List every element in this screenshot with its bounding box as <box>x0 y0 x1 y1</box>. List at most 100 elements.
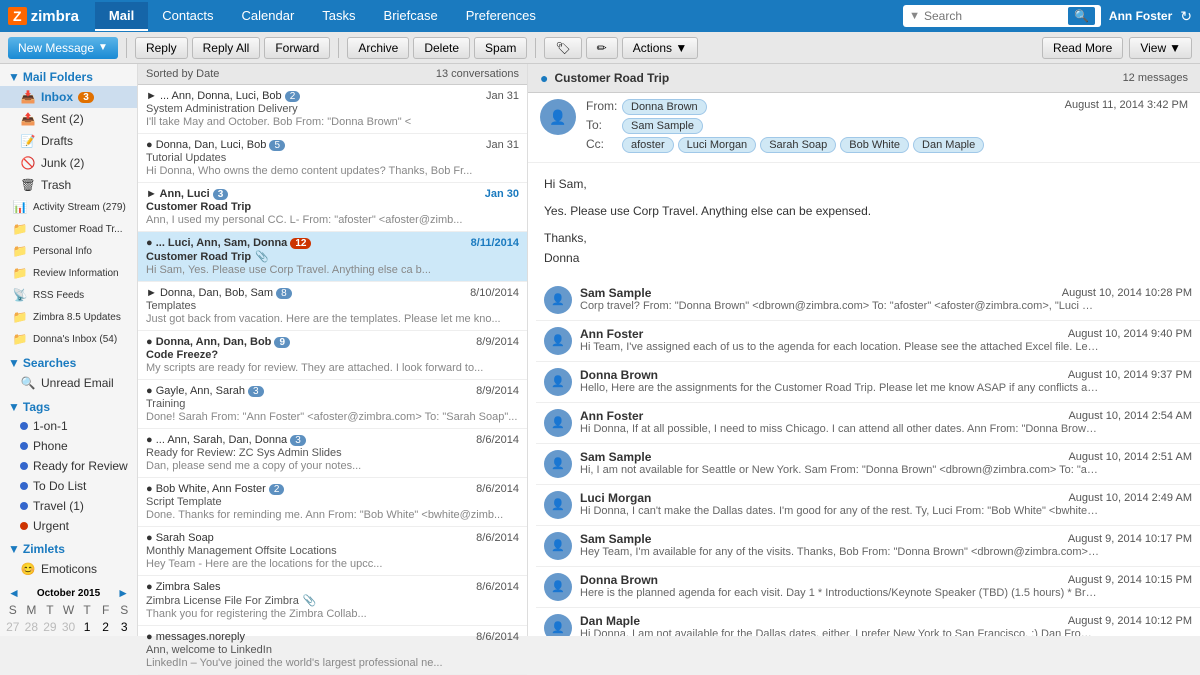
sidebar-item-activity[interactable]: 📊 Activity Stream (279) <box>0 196 137 218</box>
cal-day-29-sep[interactable]: 29 <box>41 619 59 635</box>
sidebar-item-donnas-inbox[interactable]: 📁 Donna's Inbox (54) <box>0 328 137 350</box>
sidebar-item-tag-1on1[interactable]: 1-on-1 <box>0 416 137 436</box>
to-name-tag[interactable]: Sam Sample <box>622 118 703 134</box>
reply-button[interactable]: Reply <box>135 37 188 59</box>
msg-item-10[interactable]: ● Zimbra Sales 8/6/2014 Zimbra License F… <box>138 576 527 626</box>
msg-from-3: ● ... Luci, Ann, Sam, Donna 12 <box>146 237 386 249</box>
thread-item-4[interactable]: 👤 Sam Sample August 10, 2014 2:51 AM Hi,… <box>536 444 1200 485</box>
thread-item-7[interactable]: 👤 Donna Brown August 9, 2014 10:15 PM He… <box>536 567 1200 608</box>
toolbar-separator-2 <box>338 38 339 58</box>
msg-item-3[interactable]: ● ... Luci, Ann, Sam, Donna 12 8/11/2014… <box>138 232 527 282</box>
thread-item-2[interactable]: 👤 Donna Brown August 10, 2014 9:37 PM He… <box>536 362 1200 403</box>
junk-icon: 🚫 <box>20 155 36 171</box>
sidebar-item-customer-road[interactable]: 📁 Customer Road Tr... <box>0 218 137 240</box>
sidebar-item-rss[interactable]: 📡 RSS Feeds <box>0 284 137 306</box>
tag-button[interactable]: 🏷 <box>544 37 581 59</box>
cal-day-27-sep[interactable]: 27 <box>4 619 22 635</box>
thread-item-3[interactable]: 👤 Ann Foster August 10, 2014 2:54 AM Hi … <box>536 403 1200 444</box>
msg-item-7[interactable]: ● ... Ann, Sarah, Dan, Donna 3 8/6/2014 … <box>138 429 527 478</box>
cc-label: Cc: <box>586 137 614 151</box>
forward-button[interactable]: Forward <box>264 37 330 59</box>
sidebar-item-inbox[interactable]: 📥 Inbox 3 <box>0 86 137 108</box>
tab-tasks[interactable]: Tasks <box>308 2 369 31</box>
sidebar-item-emoticons[interactable]: 😊 Emoticons <box>0 558 137 580</box>
refresh-icon[interactable]: ↻ <box>1180 8 1192 25</box>
sidebar-item-review-info[interactable]: 📁 Review Information <box>0 262 137 284</box>
zimlets-header[interactable]: ▼ Zimlets <box>0 536 137 558</box>
tab-mail[interactable]: Mail <box>95 2 148 31</box>
sidebar-item-tag-urgent[interactable]: Urgent <box>0 516 137 536</box>
archive-button[interactable]: Archive <box>347 37 409 59</box>
tab-contacts[interactable]: Contacts <box>148 2 227 31</box>
sidebar-item-tag-ready[interactable]: Ready for Review <box>0 456 137 476</box>
thread-item-8[interactable]: 👤 Dan Maple August 9, 2014 10:12 PM Hi D… <box>536 608 1200 636</box>
sidebar-item-tag-travel[interactable]: Travel (1) <box>0 496 137 516</box>
msg-date-9: 8/6/2014 <box>476 532 519 544</box>
search-dropdown-icon[interactable]: ▼ <box>909 10 920 22</box>
search-input[interactable] <box>924 9 1064 23</box>
cal-day-28-sep[interactable]: 28 <box>23 619 41 635</box>
delete-button[interactable]: Delete <box>413 37 470 59</box>
msg-item-0[interactable]: ► ... Ann, Donna, Luci, Bob 2 Jan 31 Sys… <box>138 85 527 134</box>
sidebar-item-junk[interactable]: 🚫 Junk (2) <box>0 152 137 174</box>
sidebar-item-tag-todo[interactable]: To Do List <box>0 476 137 496</box>
msg-item-8[interactable]: ● Bob White, Ann Foster 2 8/6/2014 Scrip… <box>138 478 527 527</box>
cal-day-3[interactable]: 3 <box>115 619 133 635</box>
more-button[interactable]: ✏ <box>586 37 618 59</box>
msg-item-1[interactable]: ● Donna, Dan, Luci, Bob 5 Jan 31 Tutoria… <box>138 134 527 183</box>
inbox-badge: 3 <box>78 92 94 103</box>
msg-date-1: Jan 31 <box>486 139 519 151</box>
tab-briefcase[interactable]: Briefcase <box>370 2 452 31</box>
actions-button[interactable]: Actions ▼ <box>622 37 699 59</box>
search-button[interactable]: 🔍 <box>1068 7 1095 25</box>
msg-item-11[interactable]: ● messages.noreply 8/6/2014 Ann, welcome… <box>138 626 527 675</box>
sidebar-item-personal-info[interactable]: 📁 Personal Info <box>0 240 137 262</box>
sidebar-item-sent[interactable]: 📤 Sent (2) <box>0 108 137 130</box>
zimbra-text: zimbra <box>31 8 79 25</box>
thread-item-0[interactable]: 👤 Sam Sample August 10, 2014 10:28 PM Co… <box>536 280 1200 321</box>
cc-tags: afoster Luci Morgan Sarah Soap Bob White… <box>622 137 984 153</box>
top-bar: Z zimbra Mail Contacts Calendar Tasks Br… <box>0 0 1200 32</box>
cc-tag-2[interactable]: Sarah Soap <box>760 137 836 153</box>
cc-tag-0[interactable]: afoster <box>622 137 674 153</box>
thread-item-6[interactable]: 👤 Sam Sample August 9, 2014 10:17 PM Hey… <box>536 526 1200 567</box>
calendar-next[interactable]: ► <box>117 586 129 600</box>
sidebar-item-tag-phone[interactable]: Phone <box>0 436 137 456</box>
msg-item-6[interactable]: ● Gayle, Ann, Sarah 3 8/9/2014 Training … <box>138 380 527 429</box>
msg-item-2[interactable]: ► Ann, Luci 3 Jan 30 Customer Road Trip … <box>138 183 527 232</box>
view-button[interactable]: View ▼ <box>1129 37 1192 59</box>
new-message-button[interactable]: New Message ▼ <box>8 37 118 59</box>
thread-item-5[interactable]: 👤 Luci Morgan August 10, 2014 2:49 AM Hi… <box>536 485 1200 526</box>
calendar-prev[interactable]: ◄ <box>8 586 20 600</box>
searches-header[interactable]: ▼ Searches <box>0 350 137 372</box>
msg-from-5: ● Donna, Ann, Dan, Bob 9 <box>146 336 386 348</box>
cal-day-1[interactable]: 1 <box>78 619 96 635</box>
reply-all-button[interactable]: Reply All <box>192 37 261 59</box>
msg-item-9[interactable]: ● Sarah Soap 8/6/2014 Monthly Management… <box>138 527 527 576</box>
cc-tag-4[interactable]: Dan Maple <box>913 137 984 153</box>
msg-item-4[interactable]: ► Donna, Dan, Bob, Sam 8 8/10/2014 Templ… <box>138 282 527 331</box>
sidebar-item-drafts[interactable]: 📝 Drafts <box>0 130 137 152</box>
sort-label[interactable]: Sorted by Date <box>146 68 219 80</box>
cc-tag-1[interactable]: Luci Morgan <box>678 137 757 153</box>
from-name-tag[interactable]: Donna Brown <box>622 99 707 115</box>
cal-header-s2: S <box>115 602 133 618</box>
spam-button[interactable]: Spam <box>474 37 527 59</box>
thread-item-1[interactable]: 👤 Ann Foster August 10, 2014 9:40 PM Hi … <box>536 321 1200 362</box>
sidebar-item-unread-email[interactable]: 🔍 Unread Email <box>0 372 137 394</box>
detail-signature: Thanks, Donna <box>544 229 1184 267</box>
cal-day-2[interactable]: 2 <box>97 619 115 635</box>
mail-folders-header[interactable]: ▼ Mail Folders <box>0 64 137 86</box>
read-more-button[interactable]: Read More <box>1042 37 1123 59</box>
tab-preferences[interactable]: Preferences <box>452 2 550 31</box>
cc-tag-3[interactable]: Bob White <box>840 137 909 153</box>
msg-item-5[interactable]: ● Donna, Ann, Dan, Bob 9 8/9/2014 Code F… <box>138 331 527 380</box>
thread-avatar-4: 👤 <box>544 450 572 478</box>
cal-day-30-sep[interactable]: 30 <box>60 619 78 635</box>
tab-calendar[interactable]: Calendar <box>228 2 309 31</box>
sidebar-item-zimbra-updates[interactable]: 📁 Zimbra 8.5 Updates <box>0 306 137 328</box>
sidebar-item-trash[interactable]: 🗑 Trash <box>0 174 137 196</box>
tags-header[interactable]: ▼ Tags <box>0 394 137 416</box>
detail-bullet: ● <box>540 70 548 86</box>
msg-subject-11: Ann, welcome to LinkedIn <box>146 644 272 656</box>
